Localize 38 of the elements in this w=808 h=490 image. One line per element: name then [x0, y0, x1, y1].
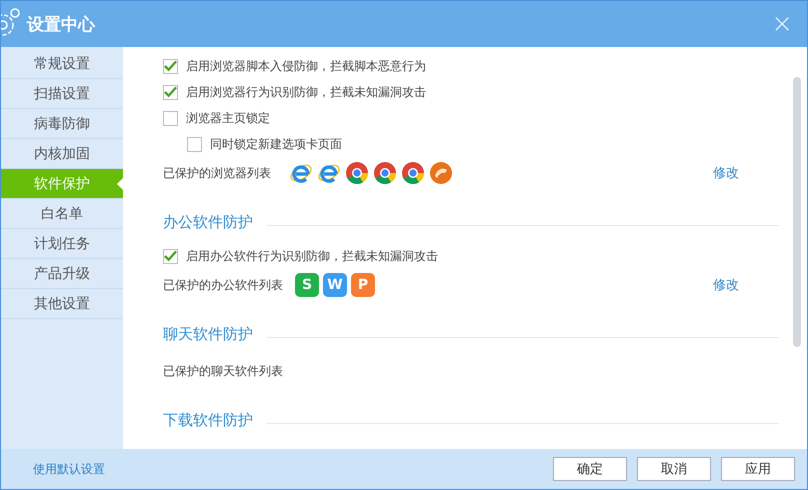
- dialog-button[interactable]: 应用: [721, 457, 795, 481]
- sidebar-item[interactable]: 病毒防御: [1, 109, 123, 139]
- sidebar-item[interactable]: 白名单: [1, 199, 123, 229]
- window-title: 设置中心: [27, 14, 95, 36]
- section-title: 下载软件防护: [163, 410, 253, 430]
- chrome-icon: [401, 161, 425, 185]
- browser-icon: [429, 161, 453, 185]
- sidebar-item[interactable]: 常规设置: [1, 49, 123, 79]
- checkbox-label: 同时锁定新建选项卡页面: [210, 136, 342, 152]
- dialog-button[interactable]: 确定: [553, 457, 627, 481]
- sidebar-item[interactable]: 计划任务: [1, 229, 123, 259]
- checkbox[interactable]: [163, 110, 178, 126]
- checkbox-label: 启用浏览器行为识别防御，拦截未知漏洞攻击: [186, 84, 426, 100]
- edit-link[interactable]: 修改: [713, 164, 739, 182]
- default-settings-link[interactable]: 使用默认设置: [33, 460, 105, 478]
- list-label: 已保护的浏览器列表: [163, 164, 271, 182]
- checkbox-label: 浏览器主页锁定: [186, 110, 270, 126]
- checkbox[interactable]: [187, 136, 202, 152]
- app-icon: S: [295, 273, 319, 297]
- sidebar-item[interactable]: 扫描设置: [1, 79, 123, 109]
- list-label: 已保护的办公软件列表: [163, 276, 283, 294]
- checkbox-label: 启用办公软件行为识别防御，拦截未知漏洞攻击: [186, 248, 438, 264]
- edit-link[interactable]: 修改: [713, 276, 739, 294]
- checkbox[interactable]: [163, 84, 178, 100]
- app-icon: P: [351, 273, 375, 297]
- section-title: 办公软件防护: [163, 212, 253, 232]
- list-label: 已保护的聊天软件列表: [163, 362, 283, 380]
- checkbox-label: 启用浏览器脚本入侵防御，拦截脚本恶意行为: [186, 58, 426, 74]
- section-title: 聊天软件防护: [163, 324, 253, 344]
- checkbox[interactable]: [163, 248, 178, 264]
- sidebar-item[interactable]: 其他设置: [1, 289, 123, 319]
- scrollbar[interactable]: [793, 77, 801, 347]
- chrome-icon: [345, 161, 369, 185]
- app-icon: W: [323, 273, 347, 297]
- sidebar-item[interactable]: 产品升级: [1, 259, 123, 289]
- chrome-icon: [373, 161, 397, 185]
- checkbox[interactable]: [163, 58, 178, 74]
- dialog-button[interactable]: 取消: [637, 457, 711, 481]
